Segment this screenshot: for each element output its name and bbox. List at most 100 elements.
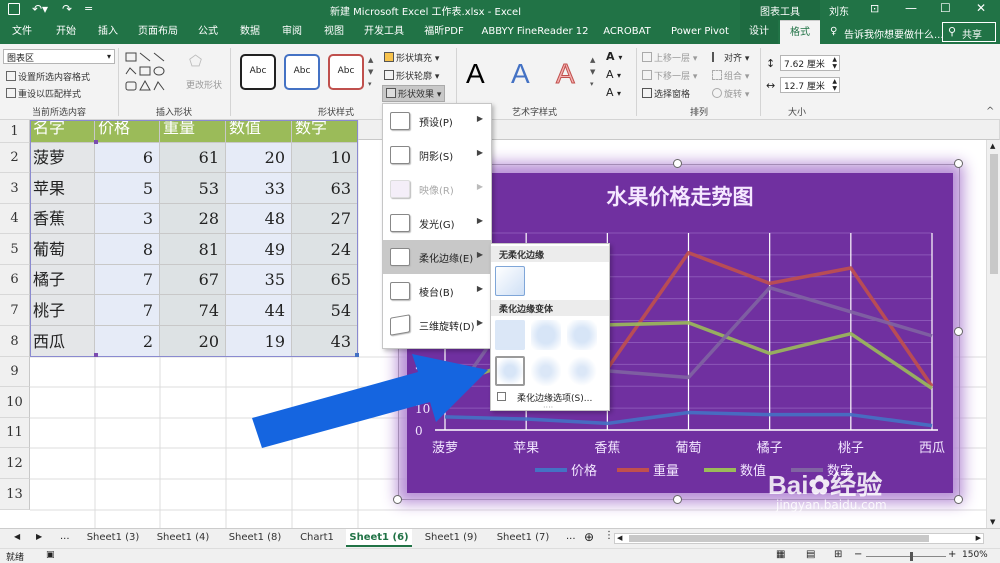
scroll-up-icon[interactable]: ▲ <box>990 142 995 150</box>
shapes-gallery[interactable] <box>124 50 184 98</box>
shape-fill-button[interactable]: 形状填充 ▾ <box>384 51 439 64</box>
tell-me-box[interactable]: 告诉我你想要做什么... <box>844 26 944 41</box>
worksheet[interactable]: 1 2 3 4 5 6 7 8 9 10 11 12 13 名字 价格 重量 数… <box>0 103 1000 530</box>
more-sheets-right[interactable]: ... <box>566 531 576 542</box>
soft-edge-variation-option[interactable] <box>531 320 561 350</box>
soft-edge-variation-option[interactable] <box>567 320 597 350</box>
resize-handle[interactable] <box>954 159 963 168</box>
align-button[interactable]: 对齐 ▾ <box>712 51 749 64</box>
normal-view-icon[interactable]: ▦ <box>776 549 785 560</box>
menu-item-shadow[interactable]: 阴影(S) ▶ <box>383 138 491 172</box>
chart-element-dropdown[interactable]: 图表区 ▾ <box>3 49 115 64</box>
row-header[interactable]: 13 <box>0 479 30 510</box>
tab-power-pivot[interactable]: Power Pivot <box>664 20 736 44</box>
menu-item-glow[interactable]: 发光(G) ▶ <box>383 206 491 240</box>
tab-home[interactable]: 开始 <box>46 20 86 44</box>
undo-icon[interactable]: ↶▾ <box>32 2 48 16</box>
horizontal-scrollbar[interactable]: ◀ ▶ <box>614 533 984 544</box>
zoom-out-icon[interactable]: − <box>854 549 862 560</box>
wordart-blue[interactable]: A <box>511 58 530 90</box>
prev-sheet-icon[interactable]: ◀ <box>14 532 20 541</box>
menu-item-3d-rotation[interactable]: 三维旋转(D) ▶ <box>383 308 491 342</box>
row-header[interactable]: 4 <box>0 204 30 234</box>
tab-acrobat[interactable]: ACROBAT <box>596 20 658 44</box>
row-header[interactable]: 11 <box>0 418 30 448</box>
zoom-level[interactable]: 150% <box>962 550 988 560</box>
tab-abbyy[interactable]: ABBYY FineReader 12 <box>478 20 592 44</box>
resize-handle[interactable] <box>954 495 963 504</box>
soft-edge-options-link[interactable]: 柔化边缘选项(S)... <box>517 391 592 404</box>
next-sheet-icon[interactable]: ▶ <box>36 532 42 541</box>
gallery-scroll-icon[interactable]: ▲ ▼ ▾ <box>368 54 373 90</box>
ribbon-display-icon[interactable]: ⊡ <box>870 2 879 15</box>
soft-edge-variation-option[interactable] <box>495 320 525 350</box>
soft-edge-none-option[interactable] <box>495 266 525 296</box>
menu-item-bevel[interactable]: 棱台(B) ▶ <box>383 274 491 308</box>
tab-foxit-pdf[interactable]: 福昕PDF <box>416 20 472 44</box>
vertical-scrollbar[interactable]: ▲ ▼ <box>986 140 1000 530</box>
shape-effects-button[interactable]: 形状效果 ▾ <box>382 85 446 102</box>
share-button[interactable]: ⚲ 共享 <box>942 22 996 42</box>
shape-style-black[interactable]: Abc <box>240 54 276 90</box>
maximize-icon[interactable]: ☐ <box>940 1 951 15</box>
tab-formulas[interactable]: 公式 <box>190 20 226 44</box>
row-header[interactable]: 5 <box>0 234 30 265</box>
sheet-tab[interactable]: Sheet1 (4) <box>152 529 214 547</box>
shape-style-red[interactable]: Abc <box>328 54 364 90</box>
text-effects-icon[interactable]: A ▾ <box>606 86 621 99</box>
tab-format[interactable]: 格式 <box>780 20 820 44</box>
sheet-tab[interactable]: Sheet1 (3) <box>82 529 144 547</box>
zoom-in-icon[interactable]: + <box>948 549 956 560</box>
rotate-button[interactable]: 旋转 ▾ <box>712 87 749 100</box>
wordart-black[interactable]: A <box>466 58 485 90</box>
collapse-ribbon-icon[interactable]: ^ <box>986 106 994 117</box>
page-layout-view-icon[interactable]: ▤ <box>806 549 815 560</box>
resize-handle[interactable] <box>393 495 402 504</box>
bring-forward-button[interactable]: 上移一层 ▾ <box>642 51 697 64</box>
row-header[interactable]: 7 <box>0 295 30 326</box>
row-header[interactable]: 10 <box>0 387 30 418</box>
scroll-right-icon[interactable]: ▶ <box>976 534 981 542</box>
tab-page-layout[interactable]: 页面布局 <box>132 20 184 44</box>
row-header[interactable]: 8 <box>0 326 30 357</box>
split-handle-icon[interactable]: ⋮ <box>604 530 614 541</box>
scroll-down-icon[interactable]: ▼ <box>990 518 995 526</box>
spinner-icon[interactable]: ▲ ▼ <box>832 78 837 92</box>
shape-outline-button[interactable]: 形状轮廓 ▾ <box>384 69 439 82</box>
sheet-tab[interactable]: Sheet1 (9) <box>420 529 482 547</box>
macro-record-icon[interactable]: ▣ <box>46 550 55 560</box>
width-input[interactable]: 12.7 厘米 ▲ ▼ <box>780 77 840 93</box>
text-outline-icon[interactable]: A ▾ <box>606 68 621 81</box>
change-shape-button[interactable]: 更改形状 <box>186 78 222 91</box>
customize-toolbar-icon[interactable]: = <box>84 2 93 15</box>
soft-edge-variation-option[interactable] <box>531 356 561 386</box>
save-icon[interactable] <box>8 3 20 15</box>
reset-style-button[interactable]: 重设以匹配样式 <box>6 87 81 100</box>
height-input[interactable]: 7.62 厘米 ▲ ▼ <box>780 55 840 71</box>
resize-handle[interactable] <box>673 159 682 168</box>
menu-item-reflection[interactable]: 映像(R) ▶ <box>383 172 491 206</box>
page-break-view-icon[interactable]: ⊞ <box>834 549 842 560</box>
more-sheets-left[interactable]: ... <box>60 531 70 542</box>
row-header[interactable]: 9 <box>0 357 30 387</box>
tab-review[interactable]: 审阅 <box>274 20 310 44</box>
sheet-tab[interactable]: Sheet1 (7) <box>492 529 554 547</box>
tab-design[interactable]: 设计 <box>740 20 778 44</box>
row-header[interactable]: 12 <box>0 448 30 479</box>
tab-insert[interactable]: 插入 <box>90 20 126 44</box>
zoom-slider[interactable] <box>866 556 946 557</box>
shape-style-blue[interactable]: Abc <box>284 54 320 90</box>
row-header[interactable]: 6 <box>0 265 30 295</box>
menu-item-soft-edges[interactable]: 柔化边缘(E) ▶ <box>383 240 491 274</box>
soft-edge-variation-option[interactable] <box>567 356 597 386</box>
close-icon[interactable]: ✕ <box>976 1 986 15</box>
sheet-tab-active[interactable]: Sheet1 (6) <box>346 529 412 547</box>
tab-view[interactable]: 视图 <box>316 20 352 44</box>
spinner-icon[interactable]: ▲ ▼ <box>832 56 837 70</box>
row-header[interactable]: 3 <box>0 173 30 204</box>
row-header[interactable]: 1 <box>0 120 30 143</box>
range-handle[interactable] <box>94 353 98 357</box>
sheet-tab[interactable]: Sheet1 (8) <box>224 529 286 547</box>
format-selection-button[interactable]: 设置所选内容格式 <box>6 70 90 83</box>
tab-developer[interactable]: 开发工具 <box>358 20 410 44</box>
